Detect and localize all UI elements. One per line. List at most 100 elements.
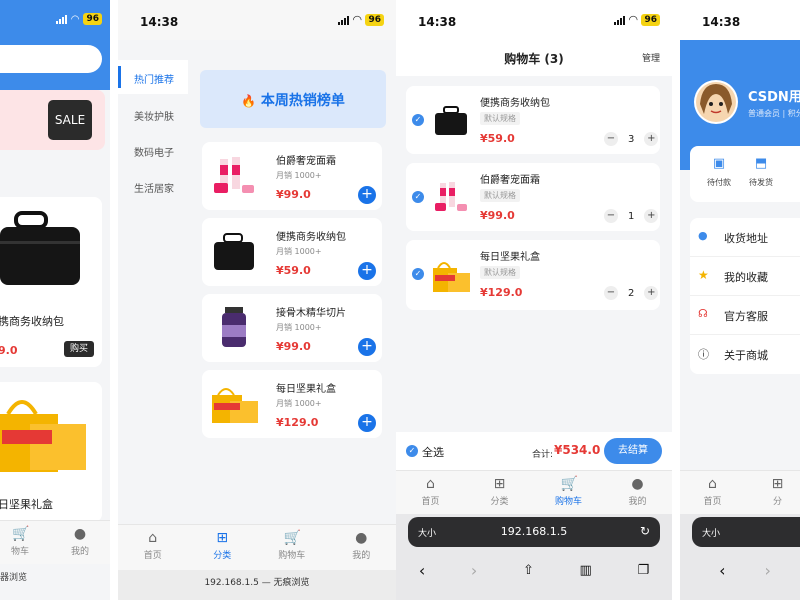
product-card[interactable]: 便携商务收纳包 月销 1000+ ¥59.0 + [202,218,382,286]
bookmarks-icon[interactable]: ▥ [580,563,592,578]
phone-cart-screen: 14:38 ◠ 96 购物车 (3) 管理 ✓ 便携商务收纳包 默认规格 ¥59… [396,0,672,600]
cart-item[interactable]: ✓ 伯爵奢宠面霜 默认规格 ¥99.0 − 1 + [406,163,660,231]
forward-icon[interactable]: › [471,561,477,580]
share-icon[interactable]: ⇧ [523,563,534,578]
product-card[interactable]: 伯爵奢宠面霜 月销 1000+ ¥99.0 + [202,142,382,210]
person-icon: ● [355,530,368,546]
product-card[interactable]: 携商务收纳包 9.0 购买 [0,197,102,367]
battery-indicator: 96 [365,13,384,26]
location-pin-icon: ● [698,229,708,242]
reload-icon[interactable]: ↻ [640,524,650,538]
product-card[interactable]: 每日坚果礼盒 月销 1000+ ¥129.0 + [202,370,382,438]
order-pending-payment[interactable]: ▣ 待付款 [704,156,734,188]
add-to-cart-button[interactable]: + [358,338,376,356]
checkout-button[interactable]: 去结算 [604,438,662,464]
item-checkbox[interactable]: ✓ [412,191,424,203]
cart-icon: 🛒 [12,526,30,542]
address-bar[interactable]: 大小 [692,517,800,547]
add-to-cart-button[interactable]: + [358,262,376,280]
category-item-beauty[interactable]: 美妆护肤 [134,108,174,123]
add-to-cart-button[interactable]: + [358,186,376,204]
product-price: ¥99.0 [276,188,311,201]
select-all-checkbox[interactable]: ✓ [406,445,418,457]
tab-category[interactable]: ⊞ 分 [745,471,800,514]
tab-home[interactable]: ⌂ 首页 [396,471,465,514]
wifi-icon: ◠ [629,13,638,26]
tab-label: 我的 [70,547,89,557]
decrement-button[interactable]: − [604,209,618,223]
item-checkbox[interactable]: ✓ [412,268,424,280]
tab-category[interactable]: ⊞ 分类 [188,525,258,570]
grid-icon: ⊞ [771,476,784,492]
status-time: 14:38 [702,15,741,29]
sale-badge: SALE [48,100,92,140]
menu-item-support[interactable]: ☊ 官方客服 [690,296,800,335]
hot-sales-banner[interactable]: 🔥 本周热销榜单 [200,70,386,128]
product-card[interactable]: 日坚果礼盒 [0,382,102,522]
tab-label: 首页 [143,551,162,561]
battery-indicator: 96 [83,13,102,25]
item-spec: 默认规格 [480,266,520,279]
increment-button[interactable]: + [644,209,659,223]
grid-icon: ⊞ [493,476,506,492]
total-label: 合计: [532,450,554,460]
tab-home[interactable]: ⌂ 首页 [680,471,745,514]
menu-list: ● 收货地址 ★ 我的收藏 ☊ 官方客服 ⓘ 关于商城 [690,218,800,374]
cart-item[interactable]: ✓ 便携商务收纳包 默认规格 ¥59.0 − 3 + [406,86,660,154]
address-bar[interactable]: 大小 192.168.1.5 ↻ [408,517,660,547]
category-item-hot[interactable]: 热门推荐 [118,60,188,94]
forward-icon[interactable]: › [765,561,771,580]
manage-button[interactable]: 管理 [642,51,660,64]
product-price: ¥59.0 [276,264,311,277]
category-item-digital[interactable]: 数码电子 [134,144,174,159]
increment-button[interactable]: + [644,286,659,300]
search-input[interactable] [0,45,102,73]
tab-bar: ⌂ 首页 ⊞ 分类 🛒 购物车 ● 我的 [118,524,396,570]
quantity-value: 3 [628,133,635,145]
menu-item-about[interactable]: ⓘ 关于商城 [690,335,800,374]
select-all-label[interactable]: 全选 [422,444,444,460]
tab-cart[interactable]: 🛒 购物车 [257,525,327,570]
tab-label: 购物车 [278,551,306,561]
order-panel: ▣ 待付款 ⬒ 待发货 [690,146,800,202]
url-text: 192.168.1.5 [500,525,568,538]
category-item-home[interactable]: 生活居家 [134,180,174,195]
status-bar: ◠ 96 [0,0,110,40]
avatar-image [696,82,736,122]
back-icon[interactable]: ‹ [719,561,725,580]
tab-profile[interactable]: ● 我的 [50,521,110,564]
tab-category[interactable]: ⊞ 分类 [465,471,534,514]
decrement-button[interactable]: − [604,286,618,300]
tab-label: 首页 [421,497,440,507]
text-size-button[interactable]: 大小 [702,526,720,539]
product-name: 携商务收纳包 [0,315,64,328]
total-value: ¥534.0 [554,443,601,457]
product-area: 🔥 本周热销榜单 伯爵奢宠面霜 月销 1000+ ¥99.0 + 便携商务收纳包… [188,40,396,525]
tab-cart[interactable]: 🛒 购物车 [534,471,603,514]
cart-item[interactable]: ✓ 每日坚果礼盒 默认规格 ¥129.0 − 2 + [406,240,660,310]
browser-chrome: 大小 ‹ › [680,514,800,600]
avatar[interactable] [694,80,738,124]
menu-item-favorites[interactable]: ★ 我的收藏 [690,257,800,296]
add-to-cart-button[interactable]: + [358,414,376,432]
category-label: 热门推荐 [134,75,174,86]
decrement-button[interactable]: − [604,132,618,146]
quantity-stepper: − 3 + [604,132,659,146]
signal-icon [614,15,625,25]
quantity-stepper: − 2 + [604,286,659,300]
buy-button[interactable]: 购买 [64,341,94,357]
tab-cart[interactable]: 🛒 物车 [0,521,50,564]
product-card[interactable]: 接骨木精华切片 月销 1000+ ¥99.0 + [202,294,382,362]
order-pending-shipment[interactable]: ⬒ 待发货 [746,156,776,188]
menu-item-address[interactable]: ● 收货地址 [690,218,800,257]
increment-button[interactable]: + [644,132,659,146]
tab-home[interactable]: ⌂ 首页 [118,525,188,570]
tab-profile[interactable]: ● 我的 [327,525,397,570]
tab-profile[interactable]: ● 我的 [603,471,672,514]
item-price: ¥99.0 [480,209,515,222]
sale-banner[interactable]: SALE [0,90,105,150]
item-checkbox[interactable]: ✓ [412,114,424,126]
home-icon: ⌂ [426,476,435,492]
back-icon[interactable]: ‹ [419,561,425,580]
tabs-icon[interactable]: ❐ [637,563,649,578]
